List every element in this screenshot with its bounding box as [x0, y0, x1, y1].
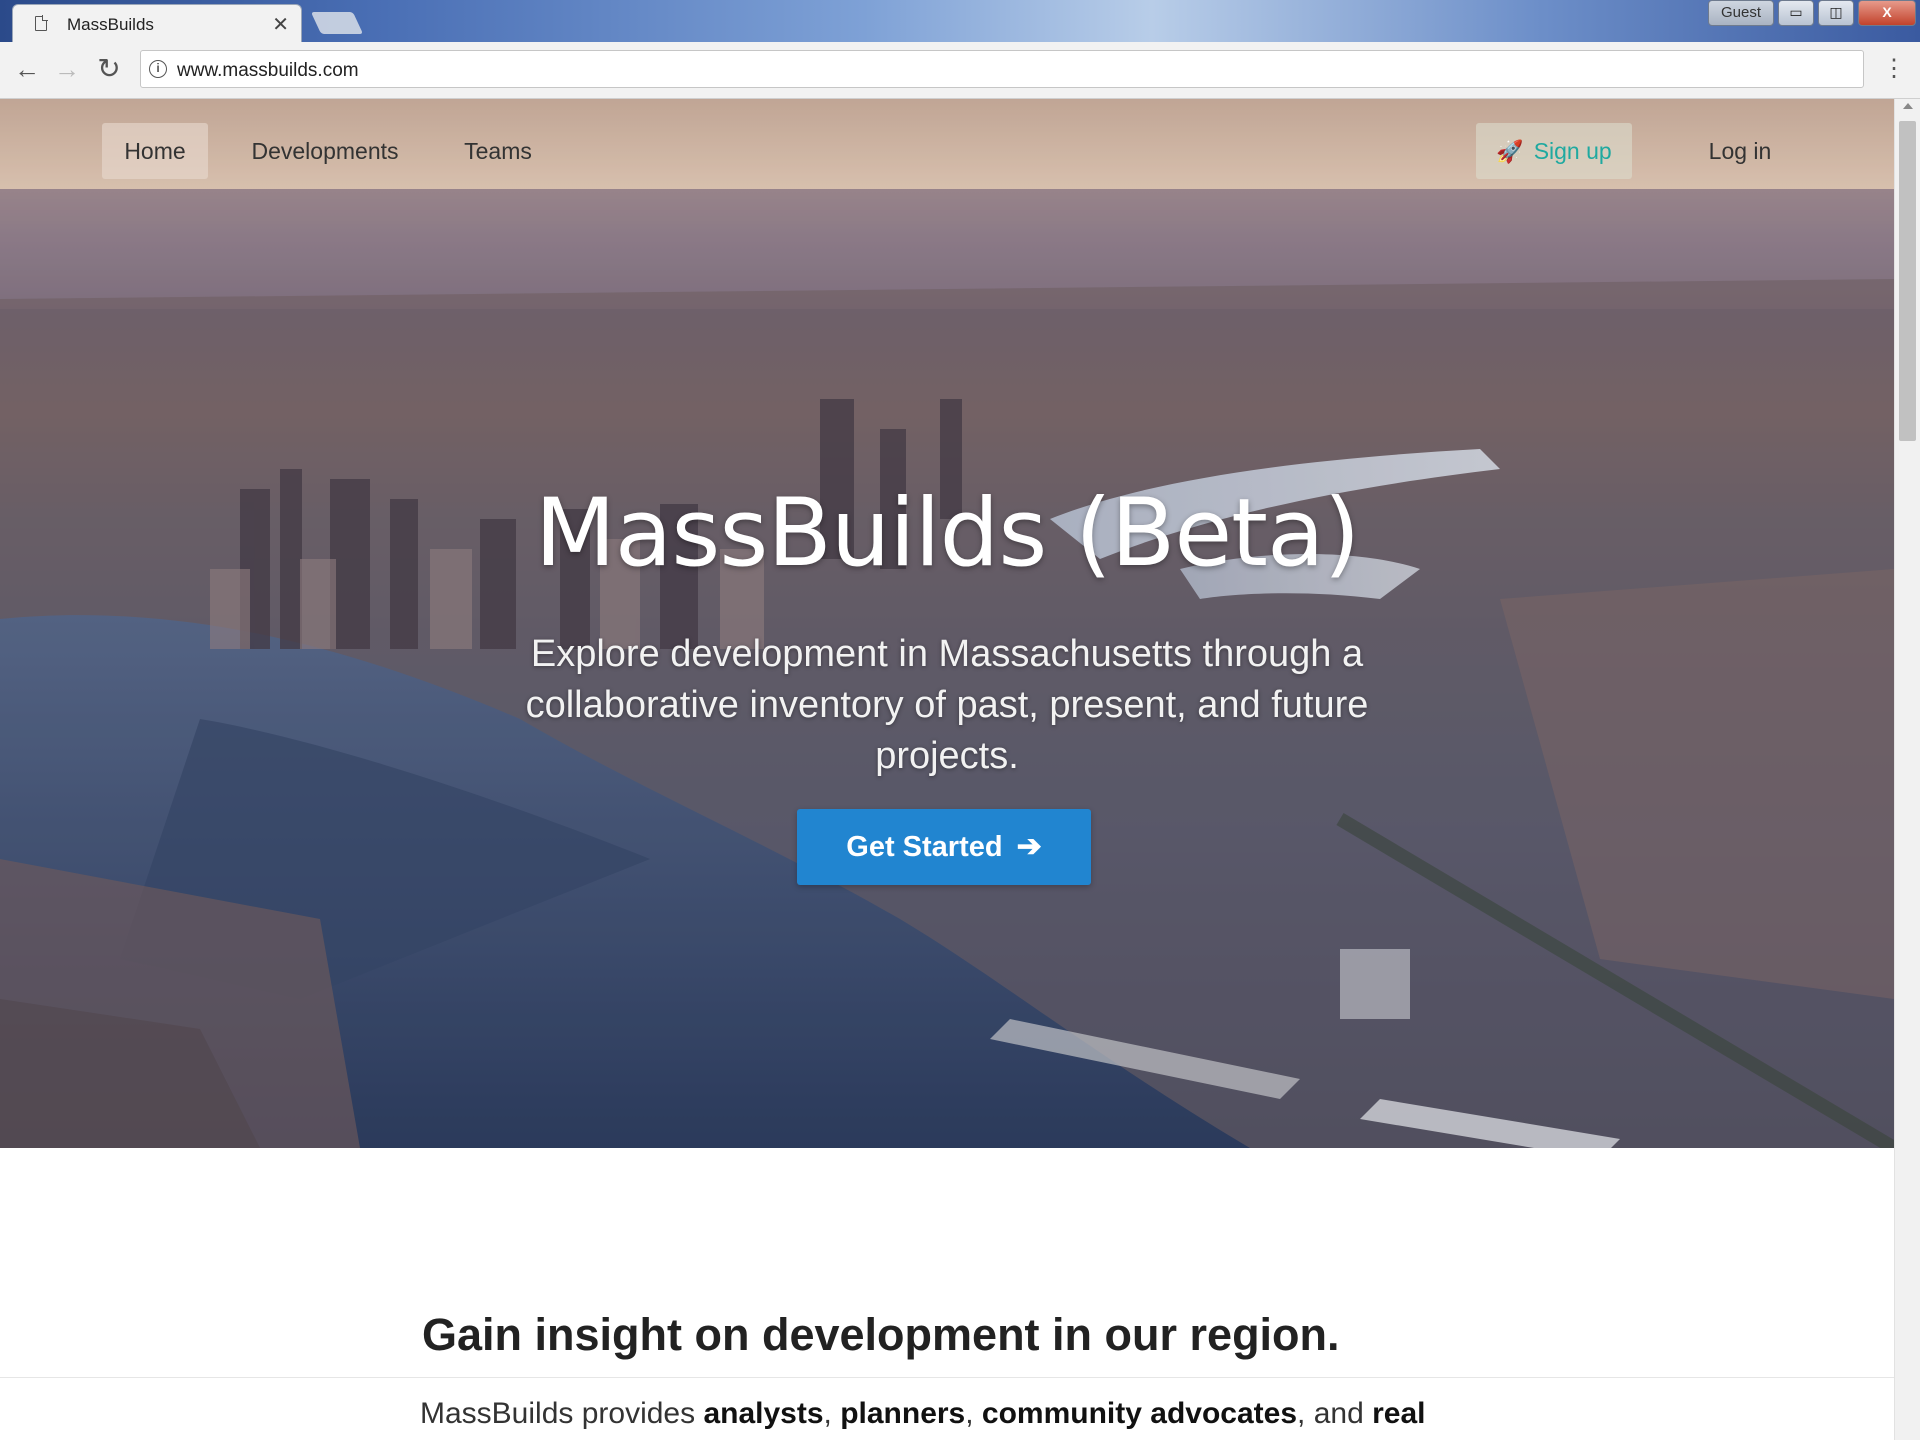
- arrow-right-icon[interactable]: →: [52, 54, 82, 84]
- browser-toolbar: ← → ↻ i www.massbuilds.com ⋮: [0, 42, 1920, 99]
- close-icon[interactable]: ✕: [272, 12, 289, 37]
- text-part: , and: [1297, 1397, 1373, 1430]
- browser-titlebar: MassBuilds ✕ Guest ▭ ◫ X: [0, 0, 1920, 42]
- text-part: ,: [965, 1397, 982, 1430]
- menu-dots-icon[interactable]: ⋮: [1882, 54, 1906, 84]
- hero-subtitle: Explore development in Massachusetts thr…: [525, 633, 1369, 777]
- minimize-button[interactable]: ▭: [1778, 0, 1814, 26]
- bold-planners: planners: [840, 1397, 966, 1430]
- bold-community-advocates: community advocates: [981, 1397, 1298, 1430]
- text-part: MassBuilds provides: [420, 1397, 704, 1430]
- bold-real: real: [1372, 1397, 1426, 1430]
- text-part: ,: [823, 1397, 841, 1430]
- rocket-icon: 🚀: [1496, 139, 1524, 164]
- close-window-button[interactable]: X: [1858, 0, 1916, 26]
- page-icon: [35, 15, 48, 31]
- browser-tab[interactable]: MassBuilds ✕: [12, 4, 302, 42]
- section-heading: Gain insight on development in our regio…: [422, 1309, 1340, 1360]
- section-divider: [0, 1377, 1894, 1378]
- section-paragraph: MassBuilds provides analysts, planners , …: [420, 1397, 1425, 1431]
- new-tab-button[interactable]: [310, 12, 364, 34]
- vertical-scrollbar[interactable]: [1894, 99, 1920, 1440]
- get-started-button[interactable]: Get Started ➔: [797, 809, 1091, 885]
- tab-title: MassBuilds: [67, 15, 154, 34]
- hero-overlay: [0, 99, 1894, 1148]
- arrow-right-icon: ➔: [1016, 830, 1042, 863]
- page-viewport: Home Developments Teams 🚀 Sign up Log in …: [0, 99, 1894, 1440]
- arrow-left-icon[interactable]: ←: [12, 54, 42, 84]
- info-icon[interactable]: i: [149, 60, 167, 78]
- scrollbar-thumb[interactable]: [1899, 121, 1916, 441]
- get-started-label: Get Started: [846, 831, 1003, 863]
- guest-profile-button[interactable]: Guest: [1708, 0, 1774, 26]
- nav-item-teams[interactable]: Teams: [448, 123, 548, 179]
- hero-section: Home Developments Teams 🚀 Sign up Log in …: [0, 99, 1894, 1148]
- maximize-button[interactable]: ◫: [1818, 0, 1854, 26]
- nav-item-home[interactable]: Home: [102, 123, 208, 179]
- scroll-up-icon[interactable]: [1903, 103, 1913, 109]
- reload-icon[interactable]: ↻: [94, 54, 124, 84]
- bold-analysts: analysts: [703, 1397, 824, 1430]
- window-controls: Guest ▭ ◫ X: [1708, 0, 1916, 26]
- login-button[interactable]: Log in: [1690, 123, 1790, 179]
- url-text[interactable]: www.massbuilds.com: [177, 60, 359, 82]
- signup-button[interactable]: 🚀 Sign up: [1476, 123, 1632, 179]
- top-navigation: Home Developments Teams 🚀 Sign up Log in: [0, 99, 1894, 193]
- hero-title: MassBuilds (Beta): [534, 479, 1361, 588]
- nav-item-developments[interactable]: Developments: [240, 123, 410, 179]
- signup-label: Sign up: [1533, 138, 1612, 164]
- address-bar[interactable]: i www.massbuilds.com: [140, 50, 1864, 88]
